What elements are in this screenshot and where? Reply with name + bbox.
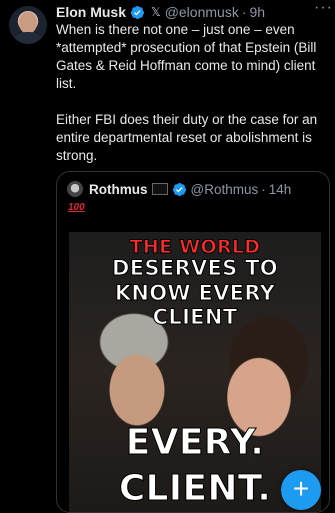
tweet-paragraph-2: Either FBI does their duty or the case f… (56, 112, 318, 163)
quoted-tweet-image[interactable]: THE WORLD DESERVES TO KNOW EVERY CLIENT … (69, 232, 321, 512)
quoted-author-handle[interactable]: @Rothmus (191, 182, 259, 197)
tweet[interactable]: Elon Musk 𝕏 @elonmusk · 9h ··· When is t… (0, 0, 335, 513)
separator-dot: · (241, 4, 247, 20)
verified-badge-icon (172, 182, 187, 197)
image-text-line-4: EVERY. (125, 422, 265, 464)
image-text-line-1: THE WORLD (129, 236, 261, 259)
author-handle[interactable]: @elonmusk (165, 4, 239, 20)
author-avatar[interactable] (9, 6, 47, 44)
quoted-tweet[interactable]: Rothmus @Rothmus · 14h 100 THE WORLD DES… (56, 171, 330, 513)
separator-dot: · (261, 181, 266, 197)
tweet-time[interactable]: 9h (250, 4, 266, 20)
black-flag-icon (151, 183, 168, 195)
compose-button[interactable]: + (281, 470, 321, 510)
hundred-points-emoji: 100 (68, 202, 85, 213)
image-text-line-2: DESERVES TO (112, 256, 279, 281)
tweet-header: Elon Musk 𝕏 @elonmusk · 9h (56, 3, 329, 21)
x-logo-icon: 𝕏 (151, 5, 161, 19)
verified-badge-icon (130, 5, 145, 20)
author-name[interactable]: Elon Musk (56, 4, 126, 20)
quoted-author-name[interactable]: Rothmus (89, 182, 148, 197)
tweet-text: When is there not one – just one – even … (56, 21, 332, 165)
tweet-paragraph-1: When is there not one – just one – even … (56, 22, 317, 91)
quoted-tweet-time[interactable]: 14h (269, 182, 292, 197)
quoted-author-avatar[interactable] (67, 181, 83, 197)
avatar-suit (12, 32, 44, 44)
avatar-face (19, 12, 37, 34)
quoted-tweet-header: Rothmus @Rothmus · 14h (67, 180, 291, 198)
image-text-line-3: KNOW EVERY CLIENT (114, 281, 276, 330)
more-options-icon[interactable]: ··· (314, 0, 333, 17)
